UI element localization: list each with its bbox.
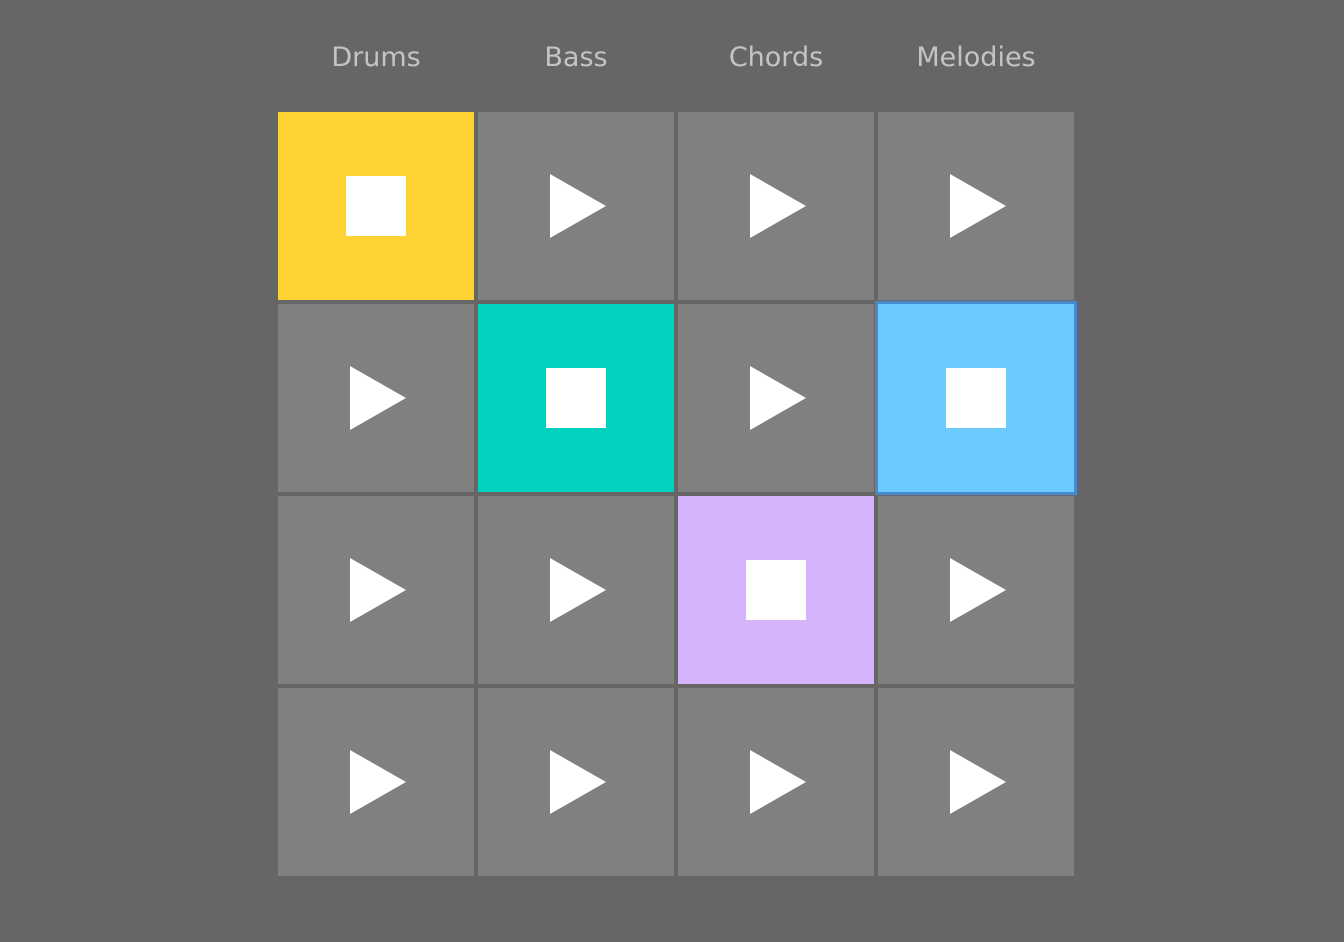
column-header-bass: Bass xyxy=(544,42,608,73)
play-icon xyxy=(550,174,606,238)
clip-chords-4[interactable] xyxy=(678,688,874,876)
column-headers: Drums Bass Chords Melodies xyxy=(276,36,1076,80)
clip-melodies-2[interactable] xyxy=(878,304,1074,492)
clip-bass-4[interactable] xyxy=(478,688,674,876)
clip-bass-1[interactable] xyxy=(478,112,674,300)
clip-drums-3[interactable] xyxy=(278,496,474,684)
clip-bass-2[interactable] xyxy=(478,304,674,492)
clip-melodies-4[interactable] xyxy=(878,688,1074,876)
play-icon xyxy=(950,558,1006,622)
play-icon xyxy=(750,174,806,238)
play-icon xyxy=(350,750,406,814)
column-header-drums: Drums xyxy=(331,42,421,73)
play-icon xyxy=(350,558,406,622)
stop-icon xyxy=(546,368,606,428)
clip-drums-1[interactable] xyxy=(278,112,474,300)
stop-icon xyxy=(746,560,806,620)
play-icon xyxy=(550,750,606,814)
clip-drums-4[interactable] xyxy=(278,688,474,876)
clip-chords-3[interactable] xyxy=(678,496,874,684)
play-icon xyxy=(750,366,806,430)
play-icon xyxy=(750,750,806,814)
clip-drums-2[interactable] xyxy=(278,304,474,492)
stop-icon xyxy=(346,176,406,236)
clip-melodies-1[interactable] xyxy=(878,112,1074,300)
column-header-melodies: Melodies xyxy=(916,42,1036,73)
play-icon xyxy=(350,366,406,430)
clip-chords-1[interactable] xyxy=(678,112,874,300)
play-icon xyxy=(950,750,1006,814)
column-header-chords: Chords xyxy=(728,42,824,73)
play-icon xyxy=(550,558,606,622)
clip-melodies-3[interactable] xyxy=(878,496,1074,684)
loop-grid xyxy=(278,112,1074,876)
play-icon xyxy=(950,174,1006,238)
clip-bass-3[interactable] xyxy=(478,496,674,684)
clip-chords-2[interactable] xyxy=(678,304,874,492)
stop-icon xyxy=(946,368,1006,428)
